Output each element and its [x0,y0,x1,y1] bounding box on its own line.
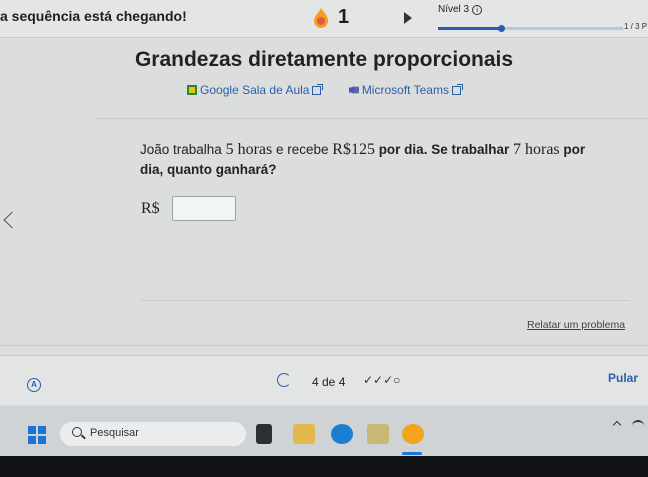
taskbar-surface: Pesquisar [0,406,648,456]
terminal-app-icon[interactable] [256,424,272,444]
search-icon [72,427,82,437]
windows-start-icon[interactable] [28,426,46,444]
level-progress-marker [497,25,505,32]
report-problem-link[interactable]: Relatar um problema [527,319,625,331]
level-progress-bar [438,25,623,32]
accessibility-icon[interactable]: A [27,378,41,392]
question-hours-value: 5 horas [225,141,273,158]
file-explorer-icon[interactable] [293,424,315,444]
level-label-text: Nível 3 [438,4,470,15]
question-hours-value: 7 horas [512,141,560,158]
question-amount-value: R$125 [332,141,375,158]
top-bar: a sequência está chegando! 1 Nível 3i 1 … [0,0,648,38]
external-link-icon [451,84,463,95]
google-classroom-label: Google Sala de Aula [200,83,310,97]
answer-prefix: R$ [141,200,160,217]
streak-count: 1 [338,6,350,28]
search-placeholder: Pesquisar [90,427,139,439]
taskbar-search[interactable] [60,422,246,446]
page-count: 1 / 3 P [624,22,648,31]
previous-arrow-icon[interactable] [3,211,21,229]
page-title: Grandezas diretamente proporcionais [134,48,514,71]
refresh-icon[interactable] [277,373,291,387]
streak-message: a sequência está chegando! [0,8,187,24]
play-icon[interactable] [404,12,412,24]
question-part: João trabalha [140,142,226,157]
streak-badge-icon [314,8,328,28]
divider [140,300,630,301]
taskbar: Pesquisar [0,406,648,477]
question-text: João trabalha 5 horas e recebe R$125 por… [140,140,620,180]
store-app-icon[interactable] [367,424,389,444]
microsoft-teams-link[interactable]: Microsoft Teams [348,83,463,97]
question-line2: dia, quanto ganhará? [140,162,277,177]
level-label: Nível 3i [438,4,483,15]
wifi-icon[interactable] [632,420,644,432]
question-part: por [559,142,586,157]
divider [0,345,648,346]
progress-checks: ✓✓✓○ [363,373,401,387]
microsoft-teams-label: Microsoft Teams [361,83,449,97]
exercise-progress: 4 de 4 [312,375,346,389]
exercise-footer: A 4 de 4 ✓✓✓○ Pular [0,355,648,405]
chevron-up-icon[interactable] [612,420,622,430]
active-app-indicator [402,452,422,455]
info-icon[interactable]: i [472,5,483,15]
share-links: Google Sala de Aula Microsoft Teams [0,83,648,97]
google-classroom-icon [187,85,198,95]
divider [95,118,648,119]
google-classroom-link[interactable]: Google Sala de Aula [187,83,325,97]
microsoft-teams-icon [348,86,359,94]
answer-input[interactable] [172,196,236,221]
external-link-icon [312,84,324,95]
level-progress-fill [438,27,501,30]
skip-button[interactable]: Pular [608,371,638,385]
question-part: por dia. Se trabalhar [374,142,513,157]
question-part: e recebe [272,142,333,157]
chrome-browser-icon[interactable] [402,424,424,444]
edge-browser-icon[interactable] [331,424,353,444]
